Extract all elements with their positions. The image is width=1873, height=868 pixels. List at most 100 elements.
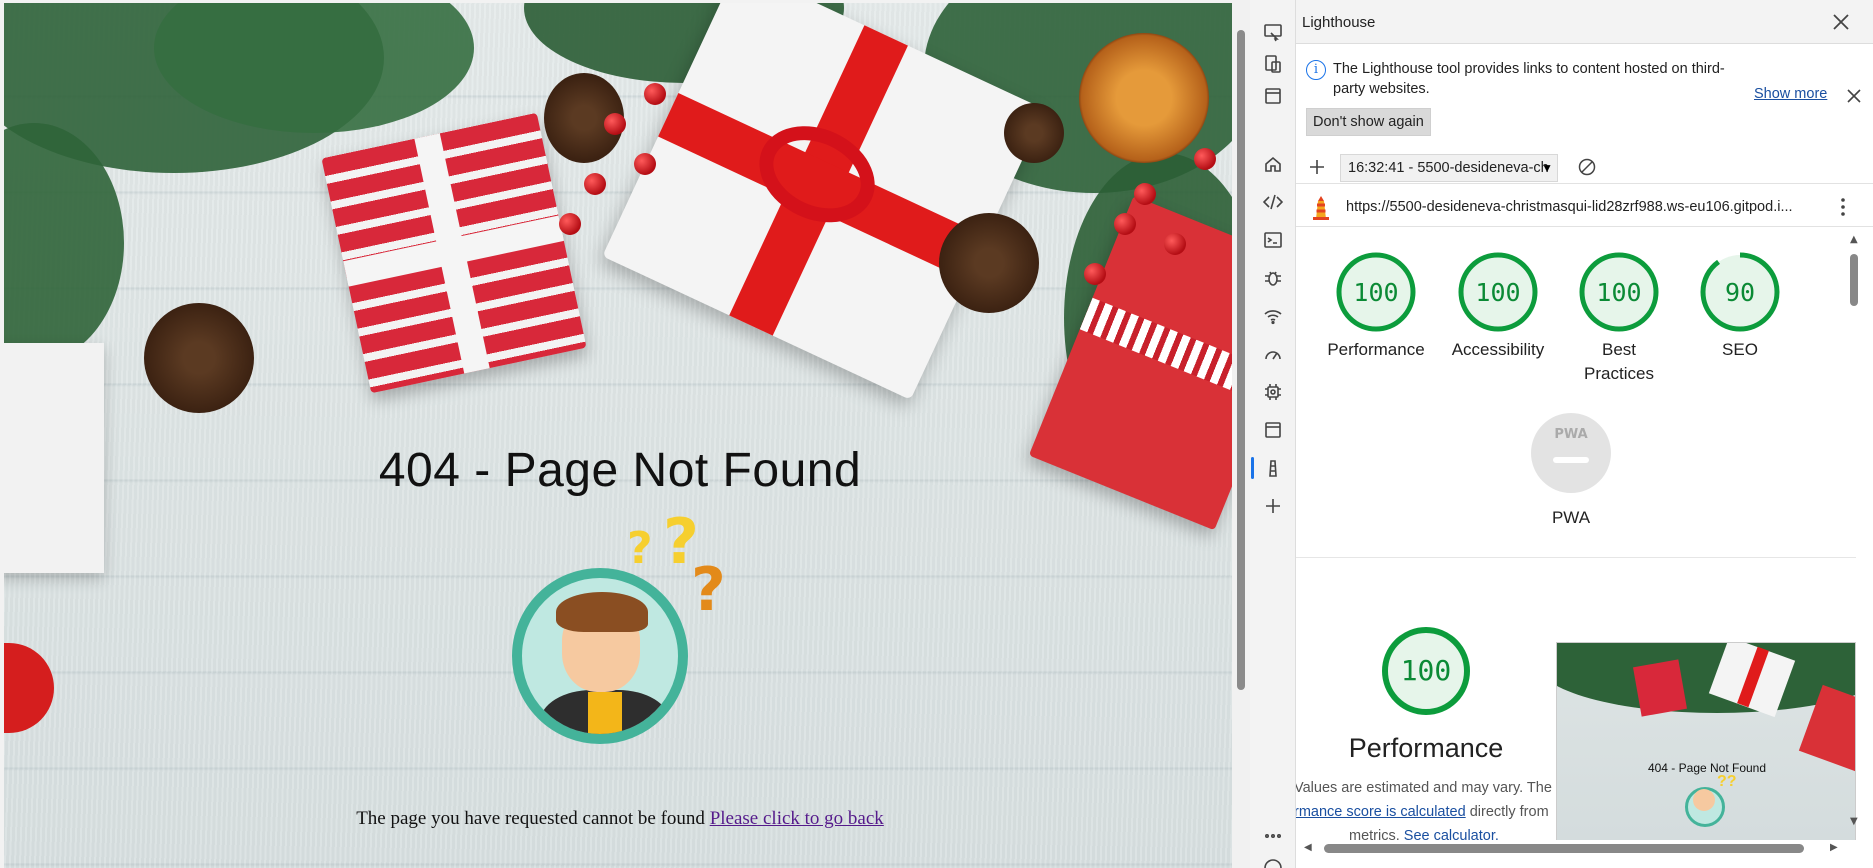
scroll-right-icon[interactable]: ▶ [1830, 842, 1838, 853]
berry [584, 173, 606, 195]
more-options-icon[interactable] [1259, 822, 1287, 850]
device-toolbar-icon[interactable] [1259, 50, 1287, 78]
berry [644, 83, 666, 105]
page-viewport: 404 - Page Not Found ? ? ? The page you … [0, 0, 1232, 868]
memory-chip-icon[interactable] [1259, 378, 1287, 406]
pine-cone [939, 213, 1039, 313]
lighthouse-panel: Lighthouse i The Lighthouse tool provide… [1296, 0, 1873, 868]
score-label: Best Practices [1584, 340, 1654, 383]
performance-description: Values are estimated and may vary. The r… [1296, 776, 1564, 840]
score-gauge[interactable]: 100 Accessibility [1438, 250, 1558, 362]
panel-vertical-scrollbar-thumb[interactable] [1850, 254, 1858, 306]
console-icon[interactable] [1259, 226, 1287, 254]
score-calculated-link[interactable]: rmance score is calculated [1296, 804, 1466, 820]
pine-cone [144, 303, 254, 413]
screencast-icon[interactable] [1259, 18, 1287, 46]
devtools-activity-bar [1250, 0, 1296, 868]
page-scrollbar[interactable] [1232, 0, 1250, 868]
scroll-left-icon[interactable]: ◀ [1304, 842, 1312, 853]
score-value: 100 [1475, 278, 1520, 307]
berry [1194, 148, 1216, 170]
welcome-home-icon[interactable] [1259, 150, 1287, 178]
not-found-text: The page you have requested cannot be fo… [356, 808, 705, 829]
report-url[interactable]: https://5500-desideneva-christmasqui-lid… [1346, 199, 1816, 215]
scroll-up-icon[interactable]: ▲ [1850, 234, 1858, 245]
network-wifi-icon[interactable] [1259, 302, 1287, 330]
berry [1084, 263, 1106, 285]
performance-detail-score: 100 [1401, 654, 1452, 687]
lighthouse-report: 100 Performance 100 Accessibility 100 Best Pr… [1296, 228, 1856, 840]
pwa-badge-text: PWA [1554, 427, 1588, 442]
score-label: Accessibility [1451, 340, 1545, 359]
berry [634, 153, 656, 175]
close-icon[interactable] [1829, 10, 1853, 34]
show-more-link[interactable]: Show more [1754, 86, 1827, 102]
pwa-badge-icon: PWA [1531, 413, 1611, 493]
lighthouse-toolbar: 16:32:41 - 5500-desideneva-ch ▼ [1296, 150, 1873, 184]
lighthouse-logo-icon [1313, 196, 1329, 220]
kebab-menu-icon[interactable] [1834, 195, 1852, 219]
page-screenshot-thumbnail: 404 - Page Not Found ?? [1556, 642, 1856, 840]
panel-title: Lighthouse [1302, 14, 1376, 31]
browser-window: 404 - Page Not Found ? ? ? The page you … [0, 0, 1873, 868]
score-gauge[interactable]: 90 SEO [1680, 250, 1800, 362]
perf-desc-line-1: Values are estimated and may vary. The [1296, 780, 1552, 796]
pine-cone [1004, 103, 1064, 163]
panel-vertical-scrollbar[interactable]: ▲ ▼ [1846, 228, 1864, 828]
score-ring: 90 [1700, 252, 1780, 332]
score-value: 90 [1725, 278, 1755, 307]
perf-desc-line-3: metrics. See calculator. [1296, 824, 1564, 840]
performance-detail-ring: 100 [1382, 627, 1470, 715]
help-icon[interactable] [1259, 854, 1287, 868]
berry [559, 213, 581, 235]
berry [1114, 213, 1136, 235]
application-window-icon[interactable] [1259, 416, 1287, 444]
score-ring: 100 [1458, 252, 1538, 332]
score-value: 100 [1353, 278, 1398, 307]
not-found-message: The page you have requested cannot be fo… [4, 808, 1232, 830]
clear-icon[interactable] [1576, 156, 1598, 178]
divider [1296, 557, 1856, 558]
lighthouse-icon[interactable] [1251, 454, 1287, 482]
plus-icon[interactable] [1306, 156, 1328, 178]
performance-gauge-icon[interactable] [1259, 340, 1287, 368]
report-url-bar: https://5500-desideneva-christmasqui-lid… [1296, 187, 1873, 227]
perf-desc-line-2: rmance score is calculated directly from [1296, 800, 1564, 824]
info-icon: i [1306, 60, 1326, 80]
orange-slice [1079, 33, 1209, 163]
panel-header: Lighthouse [1296, 0, 1873, 44]
berry [1164, 233, 1186, 255]
report-select-value: 16:32:41 - 5500-desideneva-ch [1348, 160, 1549, 176]
report-select[interactable]: 16:32:41 - 5500-desideneva-ch ▼ [1340, 154, 1558, 182]
score-value: 100 [1596, 278, 1641, 307]
score-ring: 100 [1336, 252, 1416, 332]
scroll-down-icon[interactable]: ▼ [1850, 816, 1858, 827]
more-tools-plus-icon[interactable] [1259, 492, 1287, 520]
score-gauge[interactable]: 100 Performance [1316, 250, 1436, 362]
dock-icon[interactable] [1259, 82, 1287, 110]
panel-horizontal-scrollbar[interactable]: ◀ ▶ [1296, 840, 1856, 856]
performance-title: Performance [1348, 733, 1504, 763]
score-label: SEO [1722, 340, 1758, 359]
question-marks-icon: ? ? ? [627, 505, 726, 625]
perf-desc-line-3-text: metrics. [1349, 828, 1400, 840]
chevron-down-icon: ▼ [1541, 161, 1553, 175]
pwa-label[interactable]: PWA [1491, 508, 1651, 528]
page-scrollbar-thumb[interactable] [1237, 30, 1245, 690]
berry [604, 113, 626, 135]
elements-code-icon[interactable] [1259, 188, 1287, 216]
dont-show-again-button[interactable]: Don't show again [1306, 108, 1431, 136]
performance-detail-gauge: 100 [1366, 623, 1486, 719]
see-calculator-link[interactable]: See calculator. [1404, 828, 1499, 840]
berry [1134, 183, 1156, 205]
score-ring: 100 [1579, 252, 1659, 332]
go-back-link[interactable]: Please click to go back [710, 808, 884, 829]
panel-horizontal-scrollbar-thumb[interactable] [1324, 844, 1804, 853]
score-label: Performance [1327, 340, 1425, 359]
sources-bug-icon[interactable] [1259, 264, 1287, 292]
score-gauge[interactable]: 100 Best Practices [1559, 250, 1679, 386]
close-icon[interactable] [1844, 86, 1864, 106]
thumbnail-heading: 404 - Page Not Found [1647, 761, 1767, 775]
info-text: The Lighthouse tool provides links to co… [1333, 61, 1725, 97]
infobar: i The Lighthouse tool provides links to … [1296, 44, 1873, 142]
